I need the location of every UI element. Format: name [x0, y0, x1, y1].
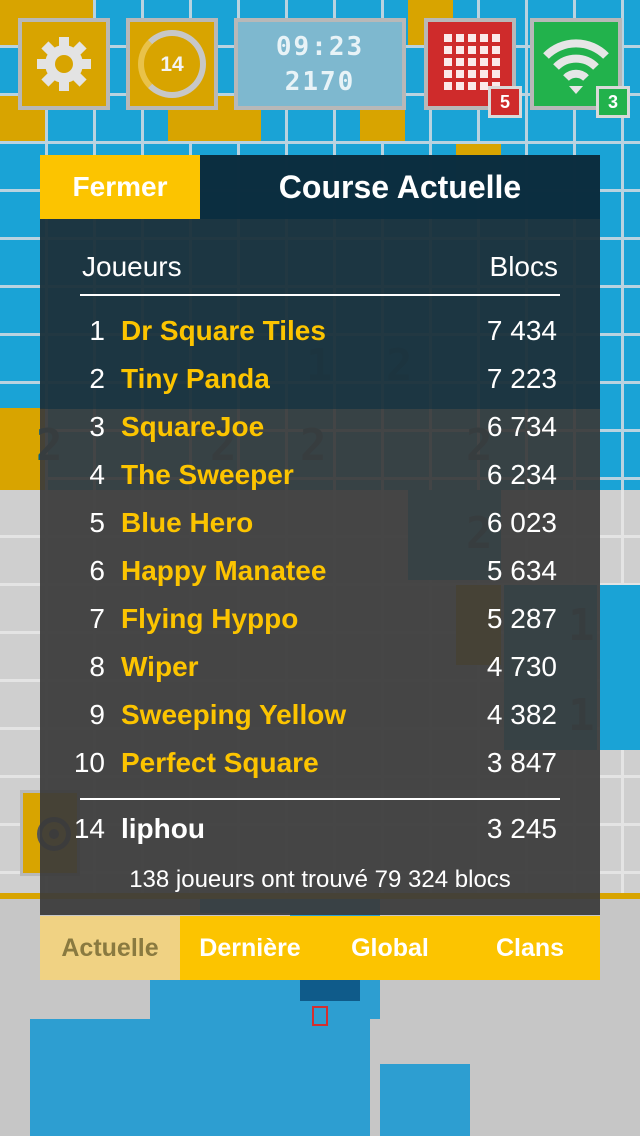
row-score: 7 223 [486, 363, 557, 394]
settings-button[interactable] [18, 18, 110, 110]
header-divider [80, 294, 560, 296]
row-player-name: Perfect Square [121, 747, 319, 778]
timer-value: 14 [160, 53, 184, 76]
leaderboard-row[interactable]: 7 Flying Hyppo 5 287 [0, 603, 640, 651]
tab-derniere[interactable]: Dernière [180, 916, 320, 980]
leaderboard-row[interactable]: 4 The Sweeper 6 234 [0, 459, 640, 507]
row-player-name: Happy Manatee [121, 555, 327, 586]
row-player-name: Dr Square Tiles [121, 315, 326, 346]
panel-title: Course Actuelle [278, 169, 522, 205]
row-rank: 1 [89, 315, 105, 346]
row-rank: 2 [89, 363, 105, 394]
row-rank: 9 [89, 699, 105, 730]
row-rank: 3 [89, 411, 105, 442]
leaderboard-tabs: Actuelle Dernière Global Clans [40, 916, 600, 980]
row-score: 4 382 [486, 699, 557, 730]
leaderboard-row[interactable]: 6 Happy Manatee 5 634 [0, 555, 640, 603]
map-land [380, 1064, 470, 1136]
own-rank-row[interactable]: 14 liphou 3 245 [0, 813, 640, 861]
timer-button[interactable]: 14 [126, 18, 218, 110]
row-player-name: Blue Hero [121, 507, 254, 538]
wifi-badge: 3 [596, 86, 630, 118]
tab-actuelle[interactable]: Actuelle [40, 916, 180, 980]
row-score: 5 634 [486, 555, 557, 586]
row-rank: 6 [89, 555, 105, 586]
row-player-name: Flying Hyppo [121, 603, 299, 634]
tab-global[interactable]: Global [320, 916, 460, 980]
row-player-name: Sweeping Yellow [121, 699, 347, 730]
row-player-name: Tiny Panda [121, 363, 270, 394]
leaderboard-row[interactable]: 3 SquareJoe 6 734 [0, 411, 640, 459]
clock-display: 09:23 2170 [234, 18, 406, 110]
row-score: 3 847 [486, 747, 557, 778]
column-header-players: Joueurs [82, 251, 182, 282]
grid-badge: 5 [488, 86, 522, 118]
map-viewport-indicator[interactable] [312, 1006, 328, 1026]
row-score: 7 434 [486, 315, 557, 346]
leaderboard-row[interactable]: 1 Dr Square Tiles 7 434 [0, 315, 640, 363]
leaderboard-row[interactable]: 9 Sweeping Yellow 4 382 [0, 699, 640, 747]
grid-icon [444, 34, 500, 90]
row-rank: 14 [73, 813, 105, 844]
map-land [300, 979, 360, 1001]
map-land [30, 1019, 370, 1136]
row-score: 6 234 [486, 459, 557, 490]
row-rank: 8 [89, 651, 105, 682]
row-rank: 5 [89, 507, 105, 538]
row-score: 6 023 [486, 507, 557, 538]
clock-score: 2170 [284, 67, 356, 97]
row-rank: 4 [89, 459, 105, 490]
tab-clans[interactable]: Clans [460, 916, 600, 980]
gear-icon [37, 37, 91, 91]
clock-time: 09:23 [275, 32, 365, 62]
row-rank: 7 [89, 603, 105, 634]
row-score: 5 287 [486, 603, 557, 634]
row-score: 4 730 [486, 651, 557, 682]
leaderboard-row[interactable]: 10 Perfect Square 3 847 [0, 747, 640, 795]
row-player-name: The Sweeper [121, 459, 294, 490]
leaderboard-row[interactable]: 2 Tiny Panda 7 223 [0, 363, 640, 411]
self-divider [80, 798, 560, 800]
row-player-name: liphou [121, 813, 205, 844]
column-header-blocks: Blocs [489, 251, 558, 282]
row-rank: 10 [73, 747, 105, 778]
close-button[interactable]: Fermer [40, 155, 200, 219]
row-player-name: SquareJoe [121, 411, 265, 442]
row-score: 6 734 [486, 411, 557, 442]
leaderboard-row[interactable]: 5 Blue Hero 6 023 [0, 507, 640, 555]
summary-text: 138 joueurs ont trouvé 79 324 blocs [129, 866, 511, 893]
leaderboard-row[interactable]: 8 Wiper 4 730 [0, 651, 640, 699]
row-score: 3 245 [486, 813, 557, 844]
row-player-name: Wiper [121, 651, 199, 682]
